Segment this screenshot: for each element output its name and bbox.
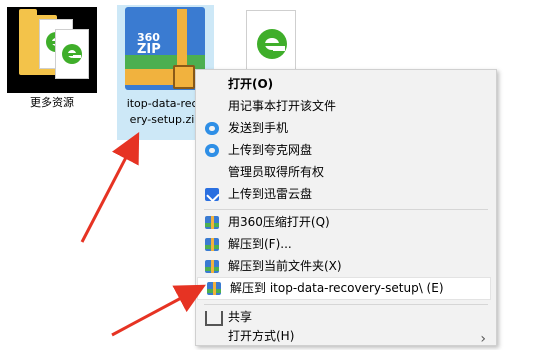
annotation-arrows [80,132,206,337]
arrow-to-zip-file [80,132,140,243]
arrow-to-extract-item [111,284,206,337]
